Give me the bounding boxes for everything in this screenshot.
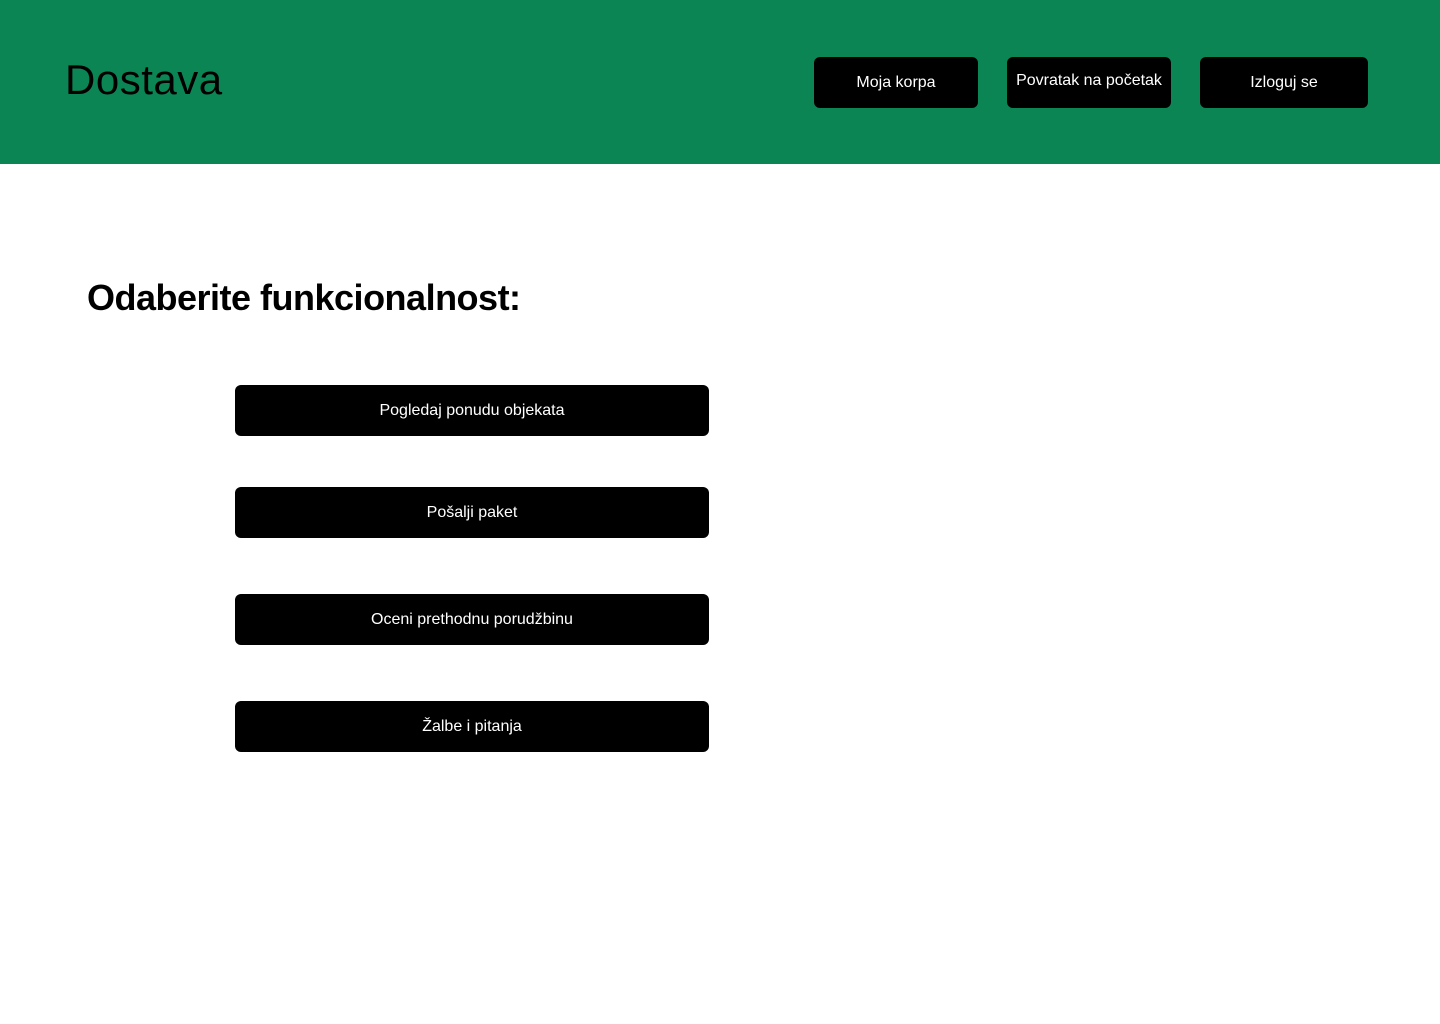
brand-title: Dostava <box>65 56 223 103</box>
send-package-button[interactable]: Pošalji paket <box>235 487 709 538</box>
my-cart-button[interactable]: Moja korpa <box>814 57 978 108</box>
top-bar: Dostava Moja korpa Povratak na početak I… <box>0 0 1440 164</box>
logout-button[interactable]: Izloguj se <box>1200 57 1368 108</box>
page-heading: Odaberite funkcionalnost: <box>87 277 521 318</box>
complaints-questions-button[interactable]: Žalbe i pitanja <box>235 701 709 752</box>
view-offers-button[interactable]: Pogledaj ponudu objekata <box>235 385 709 436</box>
rate-order-button[interactable]: Oceni prethodnu porudžbinu <box>235 594 709 645</box>
back-to-home-button[interactable]: Povratak na početak <box>1007 57 1171 108</box>
